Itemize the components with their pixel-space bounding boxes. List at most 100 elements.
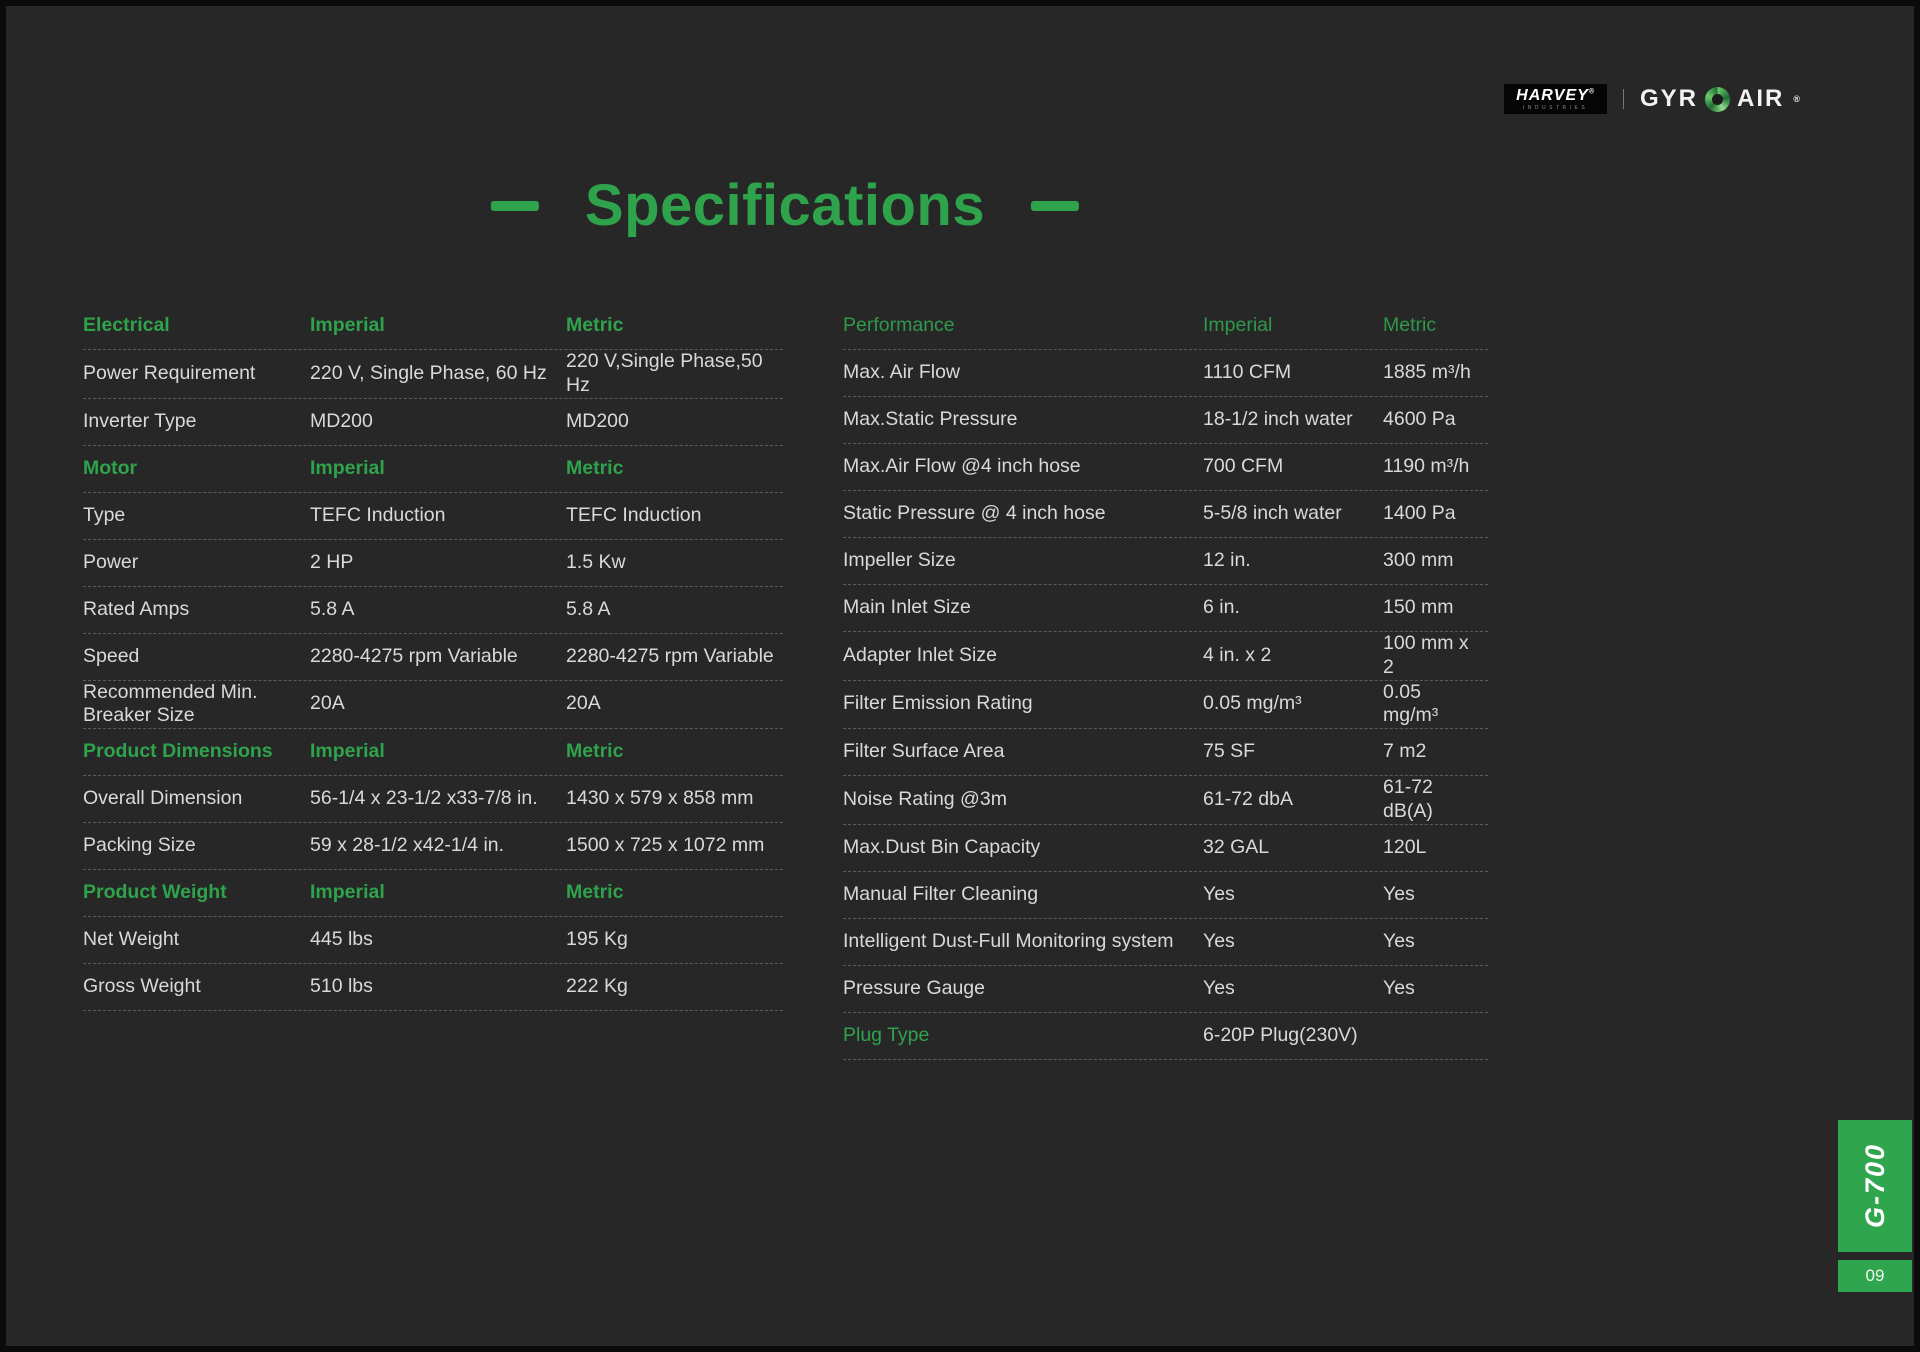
- section-title: Performance: [843, 314, 955, 337]
- spec-label: Net Weight: [83, 928, 180, 951]
- spec-row: Main Inlet Size 6 in. 150 mm: [843, 585, 1488, 632]
- page-number: 09: [1865, 1266, 1885, 1285]
- spec-value-imperial: 5.8 A: [310, 597, 355, 620]
- col-header-imperial: Imperial: [310, 456, 385, 479]
- spec-label: Packing Size: [83, 834, 196, 857]
- page-number-badge: 09: [1838, 1260, 1912, 1292]
- spec-label: Intelligent Dust-Full Monitoring system: [843, 929, 1174, 952]
- spec-row: Packing Size 59 x 28-1/2 x42-1/4 in. 1500 …: [83, 823, 783, 871]
- spec-label: Recommended Min. Breaker Size: [83, 680, 258, 727]
- logo-divider: [1623, 89, 1624, 109]
- col-header-imperial: Imperial: [310, 881, 385, 904]
- spec-row: Type TEFC Induction TEFC Induction: [83, 493, 783, 540]
- spec-label: Max. Air Flow: [843, 361, 961, 384]
- spec-value-imperial: 0.05 mg/m³: [1203, 692, 1302, 715]
- section-title: Motor: [83, 456, 138, 479]
- title-dash-right: [1031, 200, 1080, 211]
- spec-label: Noise Rating @3m: [843, 788, 1007, 811]
- spec-value-metric: 20A: [566, 692, 601, 715]
- spec-table-left: Electrical Imperial Metric Power Requiremen…: [83, 303, 783, 1012]
- spec-value-imperial: 12 in.: [1203, 549, 1251, 572]
- spec-row: Recommended Min. Breaker Size 20A 20A: [83, 681, 783, 730]
- spec-value-metric: 1.5 Kw: [566, 550, 626, 573]
- harvey-logo-subtext: INDUSTRIES: [1522, 105, 1589, 111]
- spec-row: Impeller Size 12 in. 300 mm: [843, 538, 1488, 585]
- spec-value-metric: 0.05 mg/m³: [1383, 680, 1439, 727]
- spec-row: Max. Air Flow 1110 CFM 1885 m³/h: [843, 350, 1488, 397]
- spec-label: Max.Air Flow @4 inch hose: [843, 455, 1081, 478]
- spec-section-header-row: Product Weight Imperial Metric: [83, 870, 783, 918]
- registered-mark-icon: ®: [1793, 93, 1802, 104]
- spec-value-imperial: 6 in.: [1203, 596, 1240, 619]
- spec-value-imperial: 4 in. x 2: [1203, 643, 1272, 666]
- spec-label: Filter Surface Area: [843, 740, 1005, 763]
- spec-value-imperial: 59 x 28-1/2 x42-1/4 in.: [310, 834, 505, 857]
- spec-sheet-page: HARVEY® INDUSTRIES GYR AIR ® Specificati…: [0, 0, 1920, 1352]
- page-title-block: Specifications: [490, 172, 1080, 239]
- harvey-logo: HARVEY® INDUSTRIES: [1504, 84, 1607, 114]
- gyroair-swirl-icon: [1705, 86, 1731, 112]
- spec-value-imperial: 20A: [310, 692, 345, 715]
- section-title: Product Dimensions: [83, 740, 273, 763]
- registered-mark-icon: ®: [1588, 88, 1595, 96]
- spec-row: Power 2 HP 1.5 Kw: [83, 540, 783, 587]
- gyroair-wordmark-left: GYR: [1640, 85, 1699, 112]
- spec-section-header-row: Motor Imperial Metric: [83, 446, 783, 493]
- spec-label: Inverter Type: [83, 409, 197, 432]
- spec-value-metric: 4600 Pa: [1383, 408, 1456, 431]
- spec-value-imperial: 700 CFM: [1203, 455, 1284, 478]
- spec-row: Filter Surface Area 75 SF 7 m2: [843, 729, 1488, 777]
- model-label: G-700: [1859, 1143, 1890, 1229]
- spec-value-imperial: 75 SF: [1203, 740, 1256, 763]
- col-header-metric: Metric: [566, 314, 624, 337]
- spec-value-metric: 1400 Pa: [1383, 502, 1456, 525]
- col-header-metric: Metric: [566, 881, 624, 904]
- spec-label: Static Pressure @ 4 inch hose: [843, 502, 1106, 525]
- spec-label: Max.Dust Bin Capacity: [843, 835, 1041, 858]
- spec-label: Adapter Inlet Size: [843, 643, 997, 666]
- spec-value-metric: 220 V,Single Phase,50 Hz: [566, 350, 763, 396]
- model-side-tab: G-700: [1838, 1120, 1912, 1252]
- spec-label: Power: [83, 550, 139, 573]
- col-header-imperial: Imperial: [1203, 314, 1273, 337]
- col-header-metric: Metric: [1383, 314, 1437, 337]
- spec-value-imperial: 5-5/8 inch water: [1203, 502, 1342, 525]
- spec-value-imperial: 18-1/2 inch water: [1203, 408, 1353, 431]
- spec-value-metric: Yes: [1383, 976, 1415, 999]
- spec-value-imperial: 56-1/4 x 23-1/2 x33-7/8 in.: [310, 787, 538, 810]
- spec-row: Net Weight 445 lbs 195 Kg: [83, 917, 783, 965]
- spec-value-imperial: Yes: [1203, 882, 1235, 905]
- spec-label: Plug Type: [843, 1023, 930, 1046]
- spec-value-metric: 120L: [1383, 835, 1427, 858]
- spec-value-imperial: 6-20P Plug(230V): [1203, 1023, 1358, 1046]
- spec-row: Max.Static Pressure 18-1/2 inch water 4600…: [843, 397, 1488, 444]
- spec-value-imperial: 32 GAL: [1203, 835, 1270, 858]
- spec-value-metric: 150 mm: [1383, 596, 1454, 619]
- spec-value-metric: 7 m2: [1383, 740, 1427, 763]
- harvey-logo-text: HARVEY®: [1516, 88, 1595, 104]
- spec-row: Gross Weight 510 lbs 222 Kg: [83, 964, 783, 1012]
- spec-label: Impeller Size: [843, 549, 956, 572]
- spec-label: Main Inlet Size: [843, 596, 971, 619]
- spec-row: Pressure Gauge Yes Yes: [843, 966, 1488, 1013]
- spec-row: Manual Filter Cleaning Yes Yes: [843, 872, 1488, 919]
- spec-row: Filter Emission Rating 0.05 mg/m³ 0.05 mg/…: [843, 681, 1488, 730]
- spec-value-metric: TEFC Induction: [566, 503, 702, 526]
- spec-value-metric: Yes: [1383, 882, 1415, 905]
- gyroair-wordmark-right: AIR: [1737, 85, 1785, 112]
- spec-section-header-row: Electrical Imperial Metric: [83, 303, 783, 350]
- title-dash-left: [490, 200, 539, 211]
- spec-label: Rated Amps: [83, 597, 190, 620]
- spec-row: Max.Dust Bin Capacity 32 GAL 120L: [843, 825, 1488, 872]
- spec-value-metric: 222 Kg: [566, 975, 628, 998]
- spec-row: Power Requirement 220 V, Single Phase, 60…: [83, 350, 783, 399]
- spec-value-imperial: 220 V, Single Phase, 60 Hz: [310, 361, 547, 384]
- spec-row: Rated Amps 5.8 A 5.8 A: [83, 587, 783, 634]
- spec-value-metric: Yes: [1383, 929, 1415, 952]
- spec-table-right: Performance Imperial Metric Max. Air Flow 11…: [843, 303, 1488, 1060]
- spec-value-imperial: TEFC Induction: [310, 503, 446, 526]
- spec-value-metric: 2280-4275 rpm Variable: [566, 644, 774, 667]
- spec-value-imperial: MD200: [310, 409, 373, 432]
- spec-value-imperial: 2 HP: [310, 550, 354, 573]
- spec-row: Max.Air Flow @4 inch hose 700 CFM 1190 m³/…: [843, 444, 1488, 491]
